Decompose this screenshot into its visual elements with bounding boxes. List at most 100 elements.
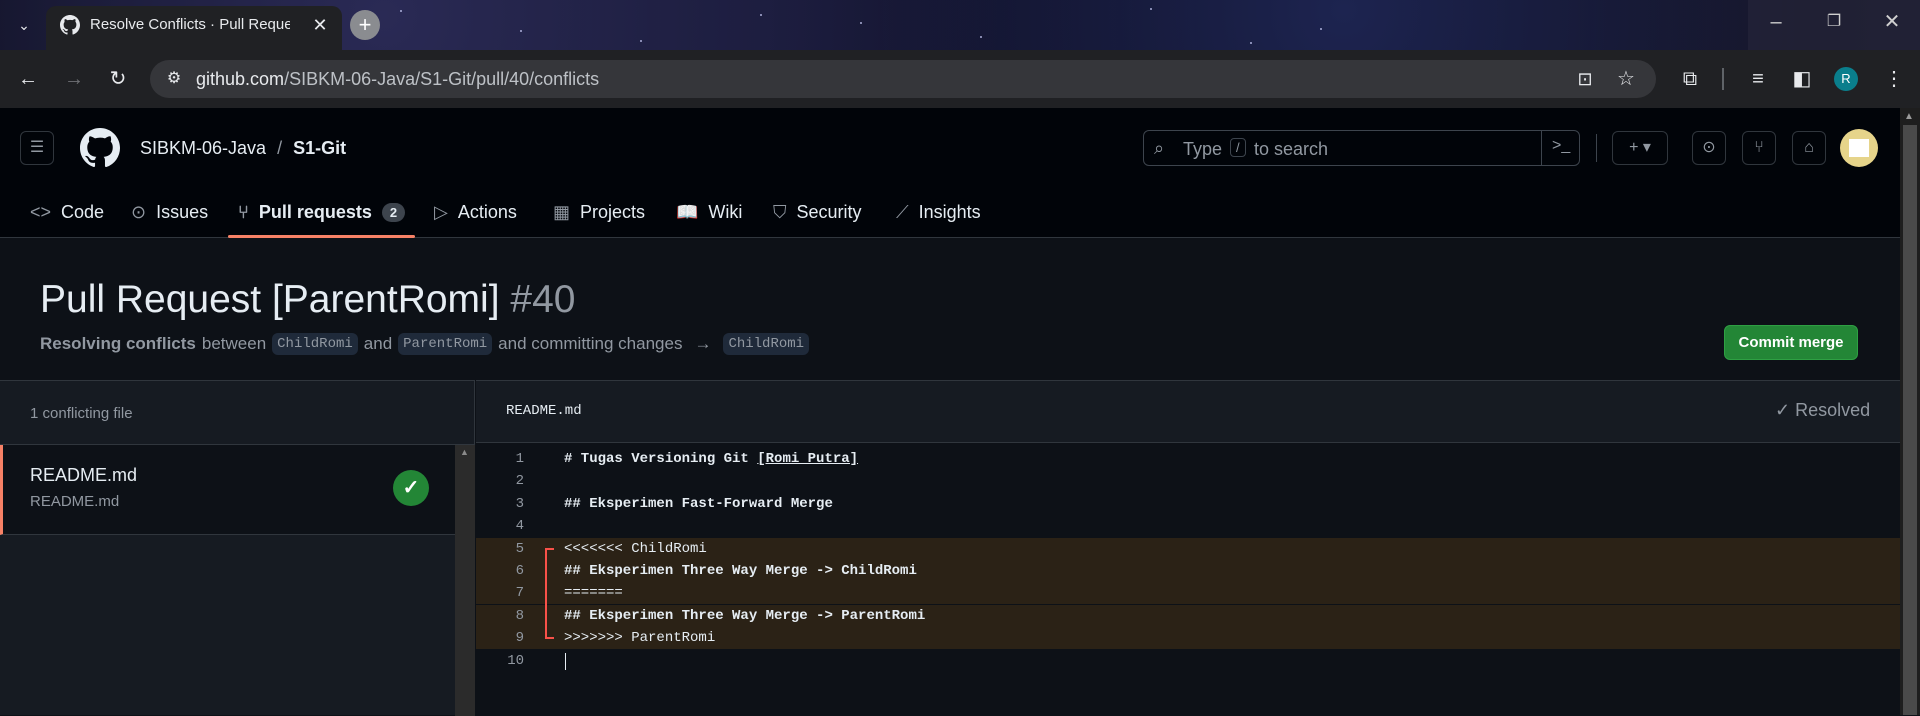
tab-code[interactable]: <> Code xyxy=(30,198,104,226)
code-line[interactable]: 5 <<<<<<< ChildRomi xyxy=(476,537,1900,560)
search-input[interactable]: ⌕ Type / to search >_ xyxy=(1143,130,1580,166)
repo-owner-link[interactable]: SIBKM-06-Java xyxy=(140,138,266,158)
code-text: ======= xyxy=(564,585,623,602)
tab-insights[interactable]: ⟋ Insights xyxy=(896,198,981,226)
command-palette-icon[interactable]: >_ xyxy=(1552,137,1570,155)
table-icon: ▦ xyxy=(553,201,571,222)
site-info-icon[interactable]: ⚙ xyxy=(160,65,188,93)
markdown-link: [Romi Putra] xyxy=(757,451,859,467)
close-window-icon[interactable]: ✕ xyxy=(1878,8,1906,36)
breadcrumb-separator: / xyxy=(277,138,283,158)
code-line[interactable]: 2 xyxy=(476,470,1900,492)
page-title: Pull Request [ParentRomi] #40 xyxy=(40,278,575,322)
conflicting-file-count: 1 conflicting file xyxy=(30,405,133,422)
committing-label: and committing changes xyxy=(498,334,683,353)
code-line[interactable]: 9 >>>>>>> ParentRomi xyxy=(476,627,1900,650)
play-icon: ▷ xyxy=(434,201,448,222)
tab-security-label: Security xyxy=(796,201,862,222)
minimize-icon[interactable]: – xyxy=(1762,8,1790,36)
conflict-marker-tick xyxy=(545,547,554,550)
shield-icon: ⛉ xyxy=(773,201,787,222)
conflicting-files-panel: 1 conflicting file README.md README.md ▲ xyxy=(0,380,475,716)
repo-name-link[interactable]: S1-Git xyxy=(293,138,346,158)
file-path: README.md xyxy=(30,493,120,510)
base-branch-label: ParentRomi xyxy=(398,333,493,355)
new-tab-button[interactable]: + xyxy=(350,10,380,40)
code-line[interactable]: 8 ## Eksperimen Three Way Merge -> Parent… xyxy=(476,604,1900,627)
tab-pull-requests[interactable]: ⑂ Pull requests 2 xyxy=(238,198,406,226)
github-logo-icon[interactable] xyxy=(80,128,121,168)
file-list-scrollbar[interactable]: ▲ xyxy=(455,445,475,716)
book-icon: 📖 xyxy=(676,201,699,222)
search-shortcut-key: / xyxy=(1230,138,1246,157)
tab-pull-requests-label: Pull requests xyxy=(258,201,372,222)
target-branch-label: ChildRomi xyxy=(723,333,810,355)
code-line[interactable]: 6 ## Eksperimen Three Way Merge -> ChildR… xyxy=(476,560,1900,582)
scroll-up-arrow-icon[interactable]: ▲ xyxy=(1904,111,1914,122)
tab-wiki-label: Wiki xyxy=(708,201,743,222)
tab-actions-label: Actions xyxy=(457,201,517,222)
code-line[interactable]: 1 # Tugas Versioning Git [Romi Putra] xyxy=(476,448,1900,470)
line-number: 7 xyxy=(515,585,524,602)
code-text: ## Eksperimen Three Way Merge -> ChildRo… xyxy=(564,563,917,579)
create-new-button[interactable]: + ▾ xyxy=(1612,131,1668,165)
pull-requests-icon[interactable]: ⑂ xyxy=(1742,131,1776,165)
avatar-pattern xyxy=(1849,139,1869,157)
tab-insights-label: Insights xyxy=(918,201,981,222)
inbox-icon[interactable]: ⌂ xyxy=(1792,131,1826,165)
browser-toolbar: ← → ↻ ⚙ github.com/SIBKM-06-Java/S1-Git/… xyxy=(0,50,1920,108)
user-avatar[interactable] xyxy=(1840,129,1878,167)
conflict-marker-tick xyxy=(545,637,554,640)
code-line[interactable]: 10 xyxy=(476,650,1900,672)
graph-icon: ⟋ xyxy=(896,201,909,222)
media-controls-icon[interactable]: ≡ xyxy=(1744,65,1772,93)
tab-wiki[interactable]: 📖 Wiki xyxy=(676,198,742,226)
background-star xyxy=(1150,8,1152,10)
commit-merge-button[interactable]: Commit merge xyxy=(1724,325,1858,360)
tab-issues[interactable]: ⊙ Issues xyxy=(131,198,208,226)
tab-actions[interactable]: ▷ Actions xyxy=(434,198,517,226)
code-line[interactable]: 7 ======= xyxy=(476,582,1900,605)
code-line[interactable]: 4 xyxy=(476,515,1900,537)
chrome-menu-icon[interactable]: ⋮ xyxy=(1880,65,1908,93)
issues-icon[interactable]: ⊙ xyxy=(1692,131,1726,165)
file-list-item[interactable]: README.md README.md xyxy=(0,445,455,535)
line-number: 2 xyxy=(515,473,524,490)
tab-projects[interactable]: ▦ Projects xyxy=(553,198,645,226)
page-scrollbar-thumb[interactable] xyxy=(1903,125,1917,715)
close-tab-icon[interactable]: ✕ xyxy=(306,11,334,39)
editor-header: README.md ✓ Resolved xyxy=(476,381,1900,443)
forward-icon[interactable]: → xyxy=(60,65,88,93)
background-star xyxy=(520,30,522,32)
search-icon: ⌕ xyxy=(1154,138,1165,158)
pull-request-icon: ⑂ xyxy=(238,201,249,222)
head-branch-label: ChildRomi xyxy=(272,333,358,355)
github-header: ☰ SIBKM-06-Java / S1-Git ⌕ Type / to sea… xyxy=(0,108,1900,238)
restore-icon[interactable]: ❐ xyxy=(1820,8,1848,36)
pr-number: #40 xyxy=(510,278,576,321)
hamburger-menu-icon[interactable]: ☰ xyxy=(20,131,54,165)
code-text: ## Eksperimen Fast-Forward Merge xyxy=(564,495,833,512)
arrow-right-icon: → xyxy=(694,334,712,353)
side-panel-icon[interactable]: ◧ xyxy=(1788,65,1816,93)
tab-security[interactable]: ⛉ Security xyxy=(773,198,862,226)
install-app-icon[interactable]: ⊡ xyxy=(1571,65,1599,93)
line-number: 10 xyxy=(507,652,524,669)
address-bar[interactable]: ⚙ github.com/SIBKM-06-Java/S1-Git/pull/4… xyxy=(150,60,1656,98)
resolving-label: Resolving conflicts xyxy=(40,334,196,353)
line-number: 6 xyxy=(515,563,524,579)
profile-avatar[interactable]: R xyxy=(1834,67,1858,91)
extensions-icon[interactable]: ⧉ xyxy=(1676,65,1704,93)
url-text: github.com/SIBKM-06-Java/S1-Git/pull/40/… xyxy=(196,69,599,90)
background-star xyxy=(1320,28,1322,30)
tab-search-chevron-icon[interactable]: ⌄ xyxy=(10,11,38,39)
active-tab-underline xyxy=(228,235,415,238)
background-star xyxy=(640,40,642,42)
code-icon: <> xyxy=(30,201,52,222)
search-placeholder-post: to search xyxy=(1254,139,1329,159)
bookmark-star-icon[interactable]: ☆ xyxy=(1612,65,1640,93)
back-icon[interactable]: ← xyxy=(14,65,42,93)
code-line[interactable]: 3 ## Eksperimen Fast-Forward Merge xyxy=(476,493,1900,515)
reload-icon[interactable]: ↻ xyxy=(104,65,132,93)
scroll-up-arrow-icon[interactable]: ▲ xyxy=(460,447,469,457)
